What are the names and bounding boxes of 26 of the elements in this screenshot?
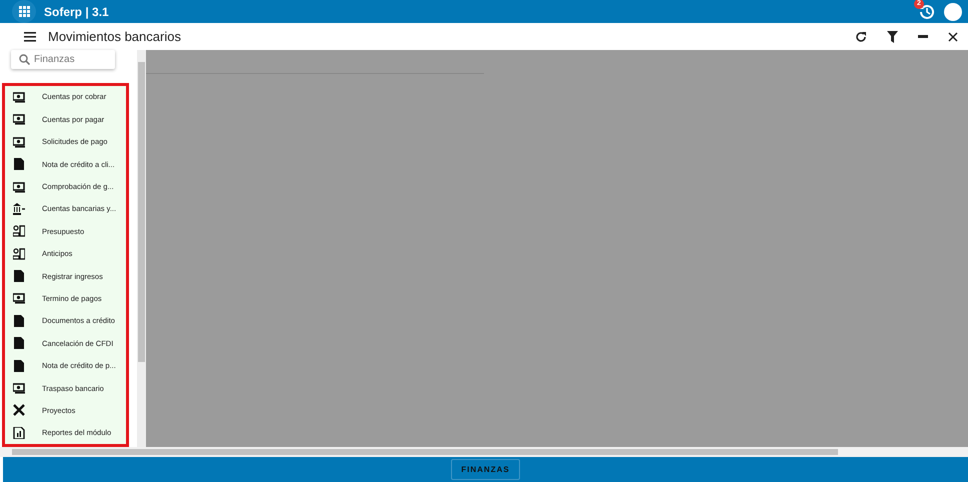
person-card-icon [13,248,25,260]
document-icon [13,314,25,327]
cash-stack-icon [13,292,25,304]
document-icon [13,158,25,170]
avatar[interactable] [944,2,962,20]
search-field[interactable]: Finanzas [34,54,104,65]
scrollbar[interactable] [0,447,968,457]
document-icon [13,337,25,350]
cash-stack-icon [13,382,25,394]
report-icon [13,426,25,439]
filter-icon[interactable] [887,30,898,42]
refresh-icon[interactable] [855,30,867,42]
bank-icon [13,202,25,215]
app-title: Soferp | 3.1 [44,4,109,18]
search-icon [19,54,30,65]
menu-icon[interactable] [24,32,36,42]
cash-icon [13,90,25,103]
person-card-icon [13,225,25,238]
cash-icon [13,113,25,126]
module-button[interactable]: FINANZAS [451,459,520,480]
apps-icon[interactable] [12,0,36,23]
close-icon[interactable] [948,32,958,42]
scrollbar[interactable] [137,50,146,447]
document-icon [13,360,25,372]
document-icon [13,270,25,282]
window-title: Movimientos bancarios [48,29,181,44]
